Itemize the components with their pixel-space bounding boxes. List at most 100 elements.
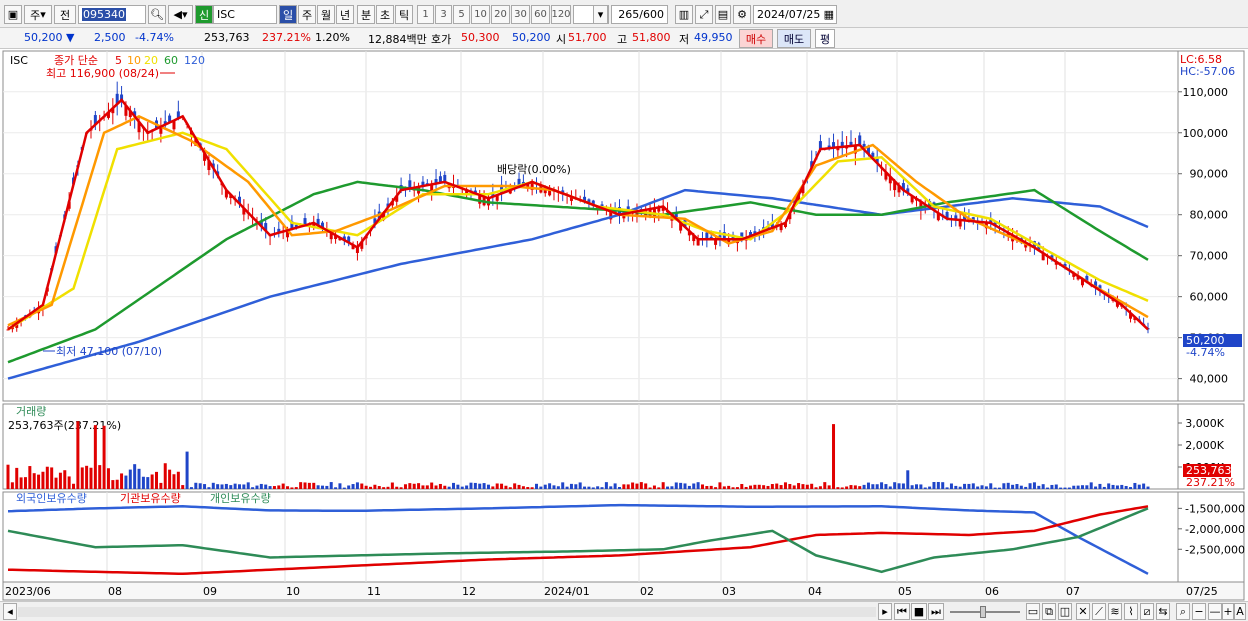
volume-bar: [1142, 483, 1146, 489]
draw-copy-icon[interactable]: ⧉: [1042, 603, 1056, 620]
scroll-left-icon[interactable]: ◂: [3, 603, 17, 620]
volume-bar: [897, 483, 901, 489]
vol-tick-label: 3,000K: [1185, 417, 1224, 430]
buy-button[interactable]: 매수: [739, 29, 773, 48]
volume-bar: [674, 482, 678, 489]
volume-bar: [578, 482, 582, 489]
num-10[interactable]: 10: [471, 5, 490, 24]
holdings-legend-0: 외국인보유수량: [16, 492, 87, 505]
volume-bar: [1067, 487, 1071, 489]
date-value: 2024/07/25: [757, 8, 821, 21]
forward-icon[interactable]: ⏭: [928, 603, 944, 620]
count-field[interactable]: 265/600: [611, 5, 668, 24]
speaker-icon[interactable]: ◀▾: [168, 5, 193, 24]
volume-bar: [1050, 484, 1054, 489]
y-tick-label: 70,000: [1190, 250, 1229, 263]
volume-bar: [521, 486, 525, 489]
volume-bar: [1098, 483, 1102, 489]
volume-bar: [10, 482, 14, 489]
turnover-rate: 1.20%: [315, 31, 350, 44]
draw-fill-icon[interactable]: ◫: [1058, 603, 1072, 620]
code-input[interactable]: 095340: [78, 5, 146, 24]
holdings-legend-1: 기관보유수량: [120, 492, 181, 505]
fibo-tool-icon[interactable]: ≋: [1108, 603, 1122, 620]
num-20[interactable]: 20: [491, 5, 510, 24]
gear-icon[interactable]: ⚙: [733, 5, 751, 24]
volume-bar: [198, 483, 202, 489]
cross-tool-icon[interactable]: ✕: [1076, 603, 1090, 620]
zoom-icon[interactable]: ⌕: [1176, 603, 1190, 620]
candle-icon[interactable]: ▥: [675, 5, 693, 24]
volume-bar: [373, 484, 377, 489]
stop-icon[interactable]: ■: [911, 603, 927, 620]
search-icon[interactable]: 🔍︎: [148, 5, 166, 24]
text-tool-icon[interactable]: ⇆: [1156, 603, 1170, 620]
window-menu-icon[interactable]: ▣: [4, 5, 22, 24]
volume-bar: [845, 486, 849, 489]
prev-button[interactable]: 전: [54, 5, 76, 24]
volume-bar: [1137, 484, 1141, 489]
volume-bar: [469, 482, 473, 489]
calendar-icon[interactable]: ▦: [824, 8, 834, 21]
draw-rect-icon[interactable]: ▭: [1026, 603, 1040, 620]
wave-tool-icon[interactable]: ⌇: [1124, 603, 1138, 620]
channel-tool-icon[interactable]: ⧄: [1140, 603, 1154, 620]
volume-bar: [508, 487, 512, 489]
trend-tool-icon[interactable]: ⤢: [695, 5, 713, 24]
num-3[interactable]: 3: [435, 5, 452, 24]
rewind-icon[interactable]: ⏮: [894, 603, 910, 620]
num-60[interactable]: 60: [531, 5, 550, 24]
period-minute[interactable]: 분: [357, 5, 375, 24]
volume-bar: [32, 473, 36, 489]
font-size-icon[interactable]: A: [1234, 603, 1246, 620]
period-week[interactable]: 주: [298, 5, 316, 24]
volume-bar: [683, 483, 687, 489]
y-tick-label: 80,000: [1190, 209, 1229, 222]
scrollbar-track[interactable]: [18, 607, 876, 617]
chart-svg[interactable]: 2023/06 08 09 10 11 12 2024/01 02 03 04 05 06 07 07/2…: [0, 49, 1248, 601]
num-1[interactable]: 1: [417, 5, 434, 24]
date-input[interactable]: 2024/07/25 ▦: [753, 5, 837, 24]
line-tool-icon[interactable]: ⟋: [1092, 603, 1106, 620]
stock-type-select[interactable]: 주 ▾: [24, 5, 52, 24]
zoom-out-icon[interactable]: −: [1192, 603, 1206, 620]
scroll-right-icon[interactable]: ▸: [878, 603, 892, 620]
sell-button[interactable]: 매도: [777, 29, 811, 48]
volume-bar: [692, 483, 696, 489]
volume-bar: [124, 475, 128, 489]
stock-name-field[interactable]: ISC: [213, 5, 277, 24]
volume-ratio: 237.21%: [262, 31, 311, 44]
chevron-down-icon[interactable]: ▾: [593, 5, 608, 24]
zoom-in-icon[interactable]: +: [1222, 603, 1234, 620]
volume-bar: [128, 469, 132, 489]
num-120[interactable]: 120: [551, 5, 571, 24]
period-day[interactable]: 일: [279, 5, 297, 24]
num-30[interactable]: 30: [511, 5, 530, 24]
ask-price: 50,300: [461, 31, 500, 44]
volume-bar: [919, 484, 923, 489]
chart-area[interactable]: 2023/06 08 09 10 11 12 2024/01 02 03 04 05 06 07 07/2…: [0, 49, 1248, 601]
volume-bar: [408, 483, 412, 489]
credit-badge[interactable]: 신: [195, 5, 213, 24]
volume-bar: [50, 467, 54, 489]
zoom-fit-icon[interactable]: —: [1208, 603, 1222, 620]
volume-bar: [666, 486, 670, 489]
volume-bar: [281, 483, 285, 489]
volume-bar: [482, 483, 486, 489]
volume-bar: [85, 465, 89, 489]
volume-bar: [1054, 484, 1058, 489]
volume-bar: [360, 483, 364, 489]
period-year[interactable]: 년: [336, 5, 354, 24]
volume-bar: [814, 487, 818, 489]
eval-button[interactable]: 평: [815, 29, 835, 48]
volume-bar: [587, 486, 591, 489]
volume-bar: [120, 473, 124, 489]
num-5[interactable]: 5: [453, 5, 470, 24]
period-month[interactable]: 월: [317, 5, 335, 24]
legend-ma-120: 120: [184, 54, 205, 67]
save-icon[interactable]: ▤: [715, 5, 731, 24]
period-second[interactable]: 초: [376, 5, 394, 24]
volume-bar: [286, 486, 290, 489]
zoom-slider-handle[interactable]: [980, 606, 986, 618]
period-tick[interactable]: 틱: [395, 5, 413, 24]
